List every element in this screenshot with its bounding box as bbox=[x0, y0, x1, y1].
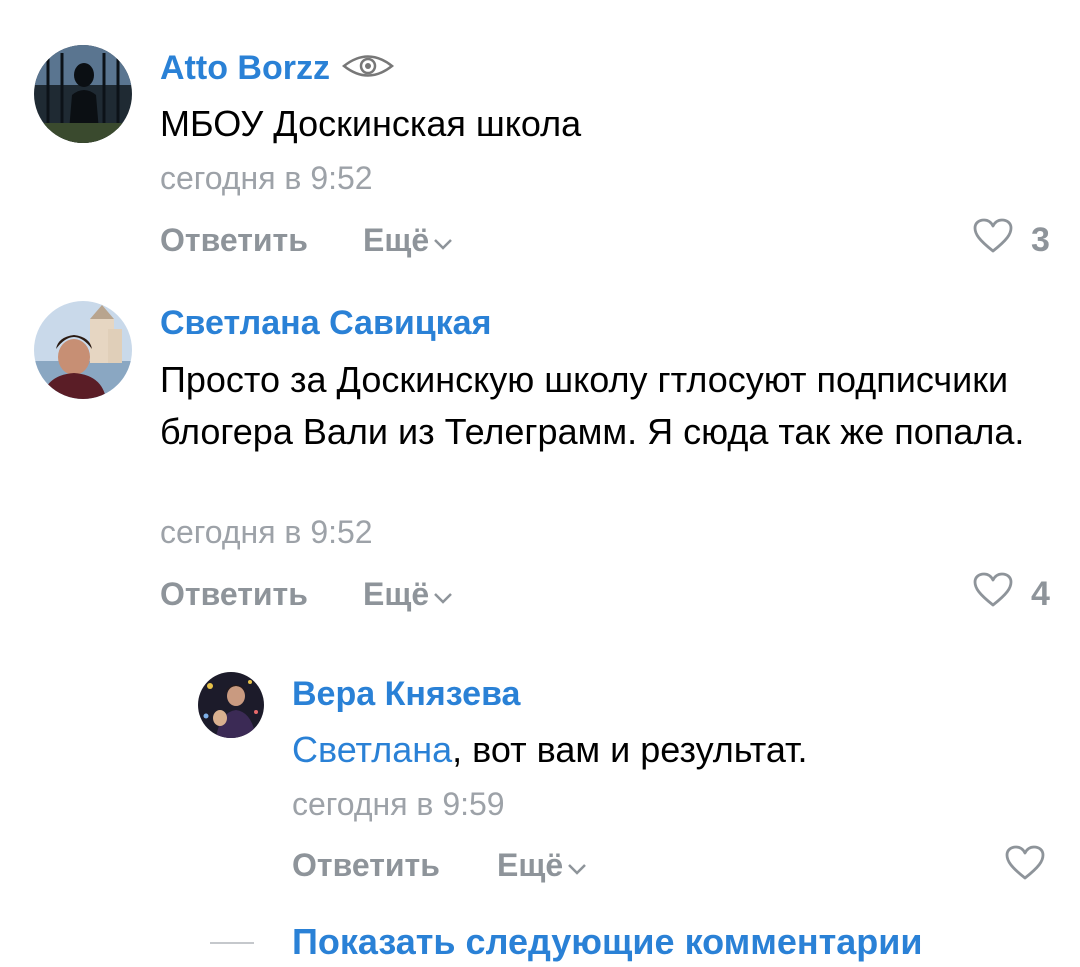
reply-author[interactable]: Вера Князева bbox=[292, 674, 520, 714]
more-label: Ещё bbox=[497, 847, 564, 883]
heart-icon bbox=[973, 572, 1013, 617]
comment-time: сегодня в 9:52 bbox=[160, 160, 373, 196]
chevron-down-icon bbox=[433, 220, 453, 260]
show-more-comments-link[interactable]: Показать следующие комментарии bbox=[292, 920, 923, 964]
avatar[interactable] bbox=[34, 45, 132, 143]
like-button[interactable]: 4 bbox=[973, 572, 1050, 617]
divider bbox=[210, 942, 254, 944]
more-label: Ещё bbox=[363, 576, 430, 612]
comment-author[interactable]: Светлана Савицкая bbox=[160, 303, 491, 343]
avatar[interactable] bbox=[198, 672, 264, 738]
chevron-down-icon bbox=[433, 574, 453, 614]
reply-button[interactable]: Ответить bbox=[160, 220, 308, 260]
chevron-down-icon bbox=[567, 845, 587, 885]
reply-time: сегодня в 9:59 bbox=[292, 786, 505, 822]
avatar[interactable] bbox=[34, 301, 132, 399]
heart-icon bbox=[973, 218, 1013, 263]
reply-button[interactable]: Ответить bbox=[292, 845, 440, 885]
more-label: Ещё bbox=[363, 222, 430, 258]
heart-icon bbox=[1005, 845, 1045, 890]
reply-text-body: , вот вам и результат. bbox=[452, 729, 808, 770]
like-count: 4 bbox=[1031, 575, 1050, 613]
eye-icon bbox=[340, 51, 396, 86]
more-button[interactable]: Ещё bbox=[363, 574, 453, 614]
comment-author-row: Atto Borzz bbox=[160, 48, 396, 88]
like-count: 3 bbox=[1031, 221, 1050, 259]
like-button[interactable]: 3 bbox=[973, 218, 1050, 263]
reply-text: Светлана, вот вам и результат. bbox=[292, 724, 1052, 776]
more-button[interactable]: Ещё bbox=[497, 845, 587, 885]
mention-link[interactable]: Светлана bbox=[292, 729, 452, 770]
like-button[interactable] bbox=[1005, 845, 1045, 890]
reply-button[interactable]: Ответить bbox=[160, 574, 308, 614]
more-button[interactable]: Ещё bbox=[363, 220, 453, 260]
comment-text: Просто за Доскинскую школу гтлосуют подп… bbox=[160, 359, 1025, 452]
comment-time: сегодня в 9:52 bbox=[160, 514, 373, 550]
comment-text: МБОУ Доскинская школа bbox=[160, 103, 582, 144]
comment-author[interactable]: Atto Borzz bbox=[160, 48, 330, 88]
